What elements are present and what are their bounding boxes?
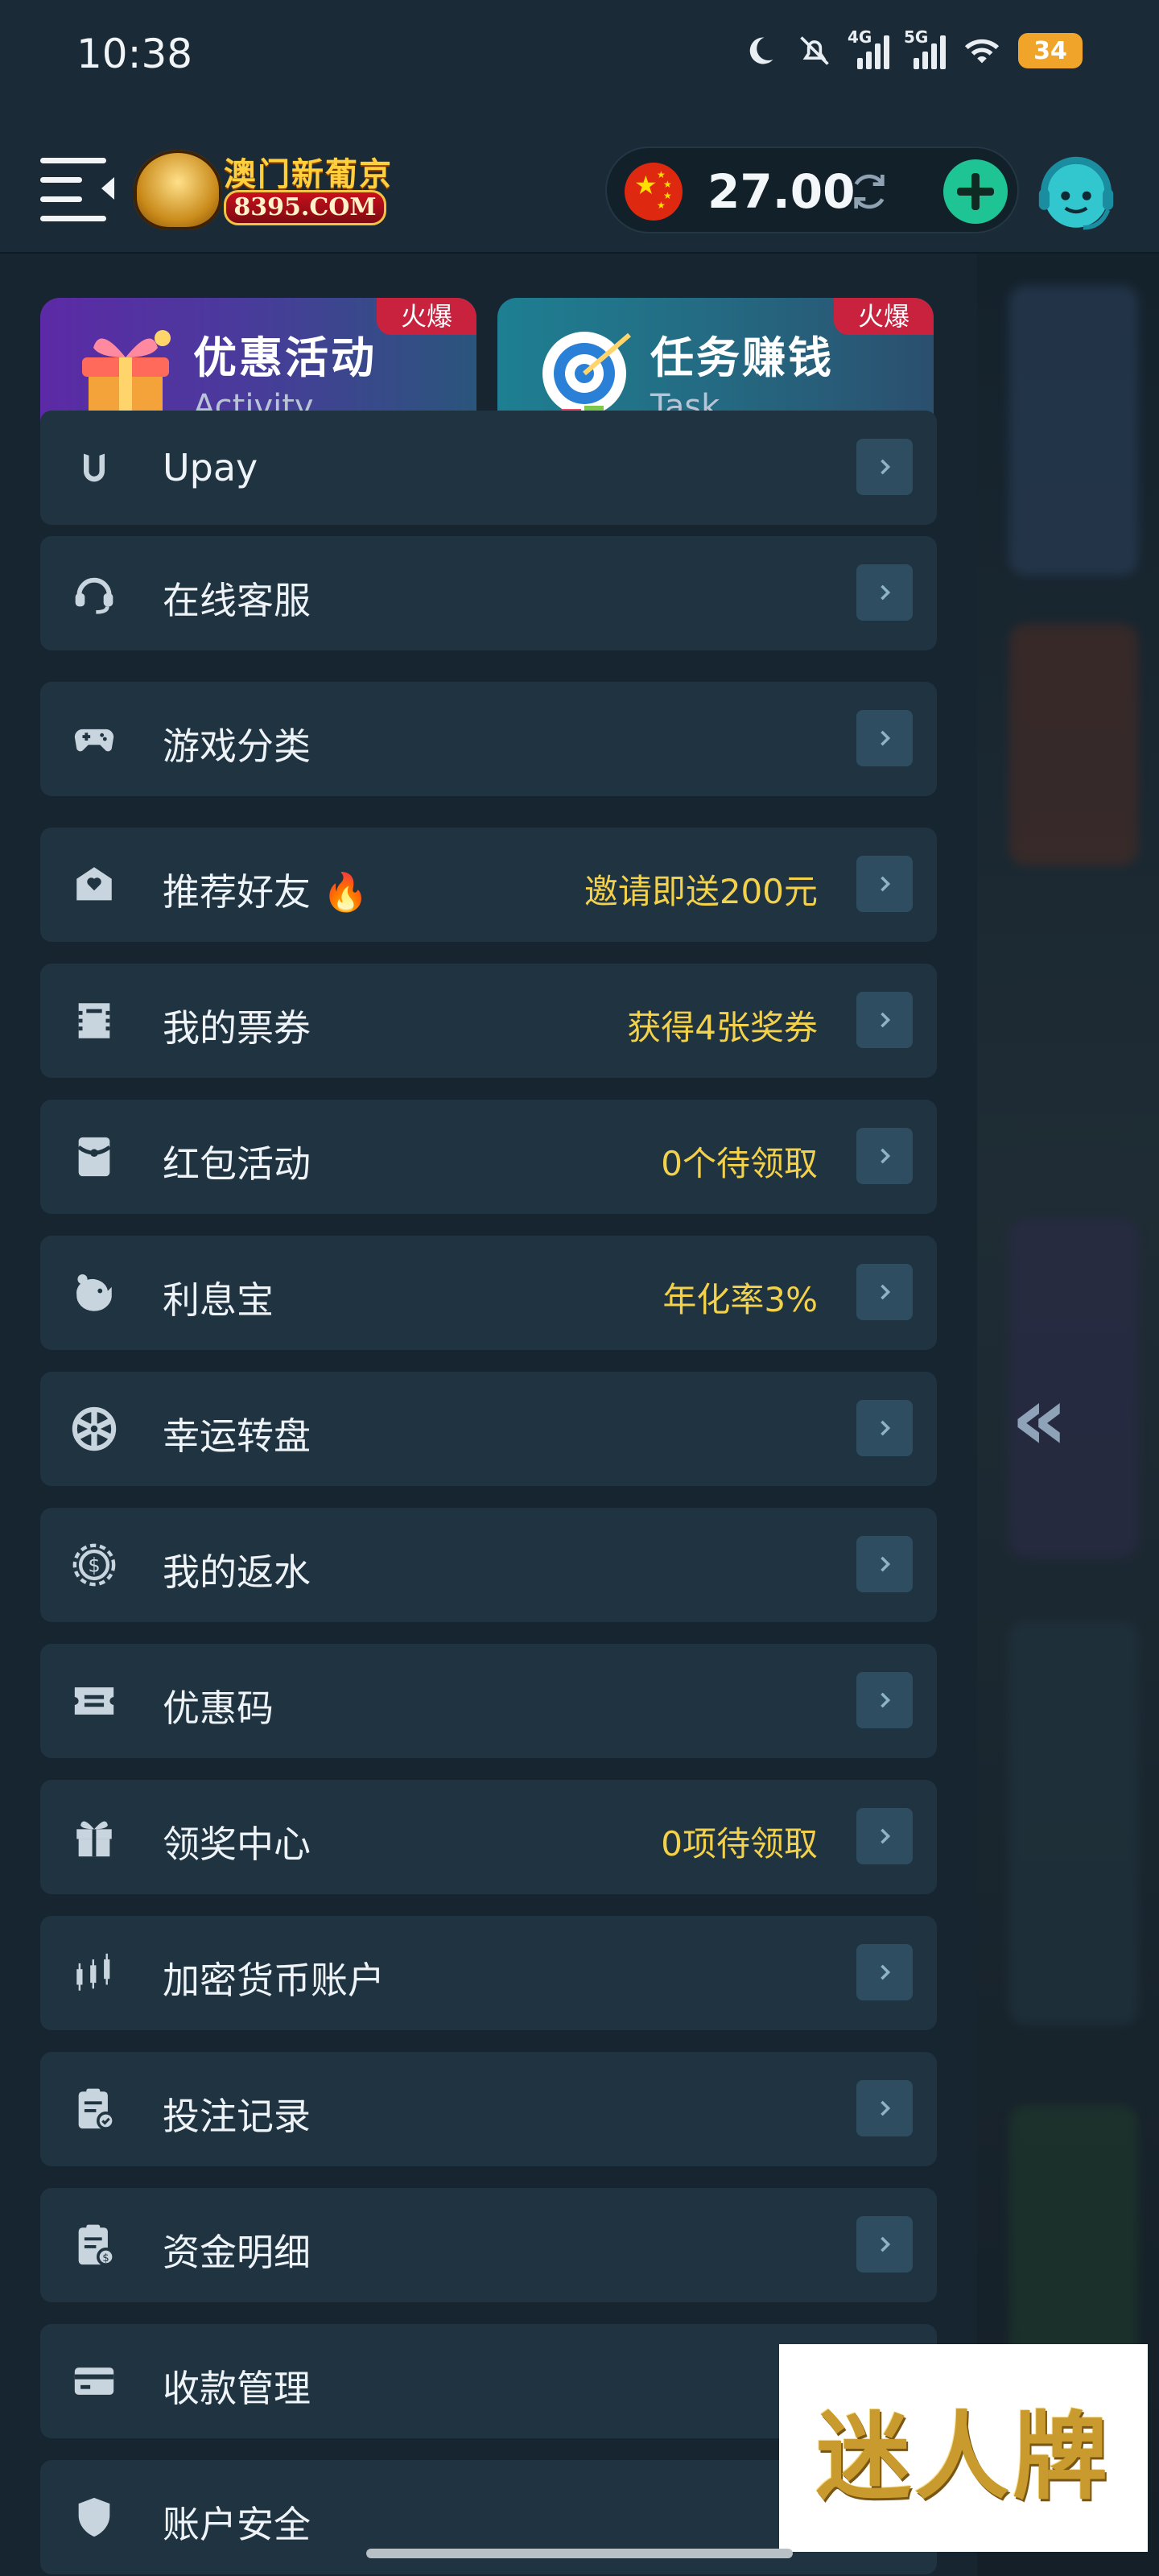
menu-item-label: 投注记录 xyxy=(163,2095,311,2138)
deposit-add-button[interactable] xyxy=(943,159,1008,224)
app-header: 澳门新葡京 8395.COM ★ ★ ★ ★ ★ 27.00 xyxy=(0,105,1159,254)
menu-item-note: 年化率3% xyxy=(662,1280,818,1319)
piggy-bank-icon xyxy=(71,1269,118,1316)
brand-logo[interactable]: 澳门新葡京 8395.COM xyxy=(129,143,394,232)
menu-item-label: 加密货币账户 xyxy=(163,1959,385,2002)
mute-bell-icon xyxy=(796,32,833,69)
chevron-right-icon[interactable] xyxy=(856,992,913,1048)
chevron-right-icon[interactable] xyxy=(856,1264,913,1320)
menu-item-label: 利息宝 xyxy=(163,1278,274,1322)
red-envelope-icon xyxy=(71,1133,118,1180)
headset-icon xyxy=(71,570,118,617)
upay-icon xyxy=(71,444,118,491)
gift-icon xyxy=(71,1814,118,1860)
promo-task-title: 任务赚钱 xyxy=(650,332,834,383)
menu-item-note: 0个待领取 xyxy=(661,1144,818,1183)
chevron-right-icon[interactable] xyxy=(856,2216,913,2273)
menu-item-label: 收款管理 xyxy=(163,2367,311,2410)
menu-item-my-tickets[interactable]: 我的票券 获得4张奖券 xyxy=(40,964,937,1078)
svg-text:$: $ xyxy=(88,1554,100,1576)
chevron-right-icon[interactable] xyxy=(856,856,913,912)
status-time: 10:38 xyxy=(76,31,193,77)
shield-icon xyxy=(71,2494,118,2541)
chevron-right-icon[interactable] xyxy=(856,1944,913,2000)
chevron-right-icon[interactable] xyxy=(856,1536,913,1592)
coupon-code-icon xyxy=(71,1678,118,1724)
hot-badge: 火爆 xyxy=(377,298,476,335)
referral-icon xyxy=(71,861,118,908)
status-icons: 4G 5G 34 xyxy=(741,27,1083,69)
china-flag-icon: ★ ★ ★ ★ ★ xyxy=(625,163,683,221)
signal-4g-icon: 4G xyxy=(848,27,889,69)
menu-item-label: 推荐好友 🔥 xyxy=(163,870,369,914)
gamepad-icon xyxy=(71,716,118,762)
logo-emblem-icon xyxy=(134,150,222,230)
watermark-logo: 迷人牌 xyxy=(779,2344,1148,2552)
menu-item-label: 优惠码 xyxy=(163,1686,274,1730)
menu-toggle-icon[interactable] xyxy=(40,156,114,221)
menu-item-game-category[interactable]: 游戏分类 xyxy=(40,682,937,796)
game-list-background xyxy=(977,254,1159,2576)
menu-item-note: 获得4张奖券 xyxy=(627,1008,818,1047)
balance-amount: 27.00 xyxy=(707,164,856,219)
menu-item-label: 资金明细 xyxy=(163,2231,311,2274)
hot-badge: 火爆 xyxy=(834,298,934,335)
chevron-right-icon[interactable] xyxy=(856,564,913,621)
signal-5g-icon: 5G xyxy=(904,27,946,69)
wifi-icon xyxy=(963,32,1000,69)
menu-item-online-service[interactable]: 在线客服 xyxy=(40,536,937,650)
chevron-right-icon[interactable] xyxy=(856,1808,913,1864)
menu-item-my-rebate[interactable]: $ 我的返水 xyxy=(40,1508,937,1622)
menu-item-bet-record[interactable]: 投注记录 xyxy=(40,2052,937,2166)
menu-item-reward-center[interactable]: 领奖中心 0项待领取 xyxy=(40,1780,937,1894)
promo-activity-title: 优惠活动 xyxy=(193,332,377,383)
collapse-drawer-icon[interactable]: « xyxy=(1011,1374,1068,1463)
menu-item-lucky-wheel[interactable]: 幸运转盘 xyxy=(40,1372,937,1486)
battery-icon: 34 xyxy=(1018,33,1083,68)
menu-item-upay[interactable]: Upay xyxy=(40,411,937,525)
logo-text: 澳门新葡京 xyxy=(224,155,393,193)
menu-item-note: 0项待领取 xyxy=(661,1824,818,1864)
menu-item-label: 幸运转盘 xyxy=(163,1414,311,1458)
card-icon xyxy=(71,2358,118,2405)
chevron-right-icon[interactable] xyxy=(856,439,913,495)
menu-item-crypto-account[interactable]: 加密货币账户 xyxy=(40,1916,937,2030)
customer-service-icon[interactable] xyxy=(1032,150,1120,238)
refresh-icon[interactable] xyxy=(847,169,892,214)
menu-item-refer-friend[interactable]: 推荐好友 🔥 邀请即送200元 xyxy=(40,828,937,942)
home-indicator[interactable] xyxy=(366,2549,793,2558)
svg-text:$: $ xyxy=(102,2252,109,2264)
ticket-icon xyxy=(71,997,118,1044)
menu-item-note: 邀请即送200元 xyxy=(584,872,818,911)
status-bar: 10:38 4G 5G 34 xyxy=(0,0,1159,105)
chevron-right-icon[interactable] xyxy=(856,710,913,766)
menu-item-promo-code[interactable]: 优惠码 xyxy=(40,1644,937,1758)
bet-record-icon xyxy=(71,2086,118,2132)
menu-item-red-envelope[interactable]: 红包活动 0个待领取 xyxy=(40,1100,937,1214)
cashback-icon: $ xyxy=(71,1542,118,1588)
chevron-right-icon[interactable] xyxy=(856,1128,913,1184)
menu-item-label: 我的票券 xyxy=(163,1006,311,1050)
fund-detail-icon: $ xyxy=(71,2222,118,2268)
menu-item-label: 在线客服 xyxy=(163,579,311,622)
chevron-right-icon[interactable] xyxy=(856,2080,913,2136)
menu-item-label: 红包活动 xyxy=(163,1142,311,1186)
wheel-icon xyxy=(71,1406,118,1452)
crypto-icon xyxy=(71,1950,118,1996)
moon-icon xyxy=(741,32,778,69)
menu-item-label: 我的返水 xyxy=(163,1550,311,1594)
menu-item-label: Upay xyxy=(163,446,258,489)
chevron-right-icon[interactable] xyxy=(856,1672,913,1728)
menu-item-label: 账户安全 xyxy=(163,2503,311,2546)
chevron-right-icon[interactable] xyxy=(856,1400,913,1456)
menu-item-label: 领奖中心 xyxy=(163,1823,311,1866)
menu-item-interest-treasure[interactable]: 利息宝 年化率3% xyxy=(40,1236,937,1350)
menu-item-label: 游戏分类 xyxy=(163,724,311,768)
wallet-balance: ★ ★ ★ ★ ★ 27.00 xyxy=(605,147,1019,233)
menu-item-fund-detail[interactable]: $ 资金明细 xyxy=(40,2188,937,2302)
logo-url: 8395.COM xyxy=(224,190,386,225)
side-drawer: 优惠活动 Activity 火爆 任务赚钱 Task 火爆 Upay 在线客服 … xyxy=(0,254,977,2576)
